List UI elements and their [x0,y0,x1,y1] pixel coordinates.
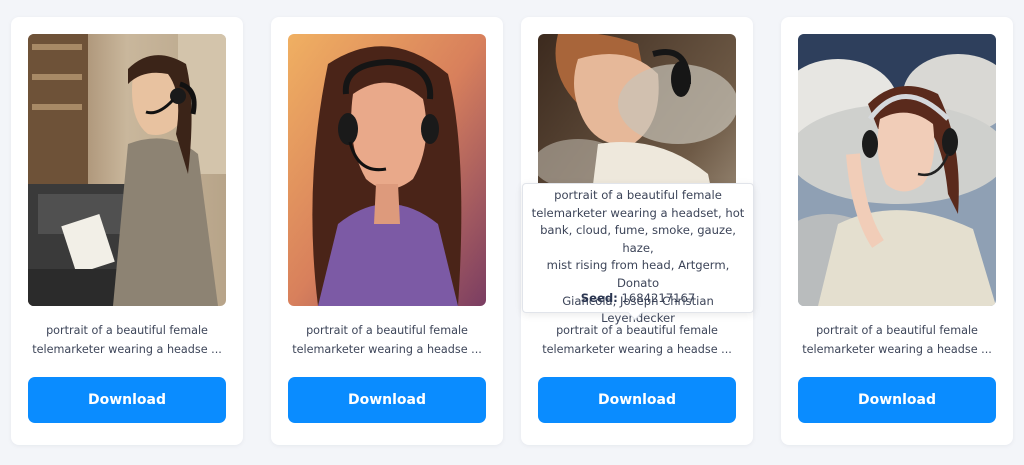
image-caption: portrait of a beautiful female telemarke… [19,321,235,359]
caption-line-2: telemarketer wearing a headse ... [802,343,992,356]
caption-line-2: telemarketer wearing a headse ... [32,343,222,356]
download-button[interactable]: Download [538,377,736,423]
download-button[interactable]: Download [28,377,226,423]
caption-line-2: telemarketer wearing a headse ... [292,343,482,356]
generated-image-2[interactable] [288,34,486,306]
tooltip-prompt-line: portrait of a beautiful female [554,188,722,202]
tooltip-prompt-line: mist rising from head, Artgerm, Donato [546,258,730,290]
caption-line-1: portrait of a beautiful female [816,324,978,337]
generated-image-1[interactable] [28,34,226,306]
caption-line-1: portrait of a beautiful female [46,324,208,337]
prompt-tooltip: portrait of a beautiful female telemarke… [522,183,754,325]
seed-value: 1684217167 [621,291,696,305]
image-card-1: portrait of a beautiful female telemarke… [11,17,243,445]
caption-line-1: portrait of a beautiful female [306,324,468,337]
tooltip-seed: Seed: 1684217167 [523,290,753,308]
image-caption: portrait of a beautiful female telemarke… [279,321,495,359]
tooltip-prompt-line: bank, cloud, fume, smoke, gauze, haze, [540,223,736,255]
tooltip-prompt-line: telemarketer wearing a headset, hot [531,205,745,220]
seed-label: Seed: [580,291,618,305]
caption-line-2: telemarketer wearing a headse ... [542,343,732,356]
generated-image-4[interactable] [798,34,996,306]
image-card-2: portrait of a beautiful female telemarke… [271,17,503,445]
image-caption: portrait of a beautiful female telemarke… [789,321,1005,359]
download-button[interactable]: Download [798,377,996,423]
image-card-4: portrait of a beautiful female telemarke… [781,17,1013,445]
download-button[interactable]: Download [288,377,486,423]
